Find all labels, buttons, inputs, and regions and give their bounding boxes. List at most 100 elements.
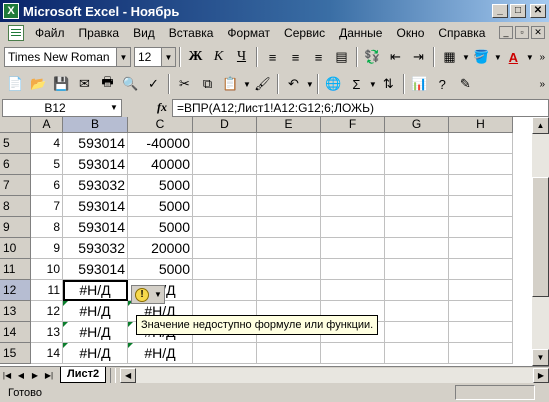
cell-c[interactable]: -40000 [128, 133, 193, 154]
hyperlink-icon[interactable]: 🌐 [322, 73, 345, 95]
row-header[interactable]: 13 [0, 301, 31, 322]
cell-g[interactable] [385, 259, 449, 280]
column-header-b[interactable]: B [63, 117, 128, 133]
align-right-icon[interactable]: ≡ [307, 46, 330, 68]
select-all-corner[interactable] [0, 117, 31, 133]
cell-e[interactable] [257, 217, 321, 238]
cell-e[interactable] [257, 343, 321, 364]
cell-d[interactable] [193, 196, 257, 217]
help-icon[interactable]: ? [431, 73, 454, 95]
cell-a[interactable]: 13 [31, 322, 63, 343]
insert-function-icon[interactable]: fx [152, 100, 172, 115]
font-color-icon[interactable]: A [502, 46, 525, 68]
menu-insert[interactable]: Вставка [162, 26, 221, 40]
spelling-icon[interactable]: ✓ [142, 73, 165, 95]
cell-h[interactable] [449, 343, 513, 364]
name-box[interactable]: B12 ▼ [2, 98, 122, 117]
cell-c[interactable]: #Н/Д [128, 343, 193, 364]
doc-close-button[interactable]: ✕ [531, 26, 545, 39]
workbook-icon[interactable] [8, 24, 24, 41]
cell-b[interactable]: #Н/Д [63, 343, 128, 364]
cell-b[interactable]: 593014 [63, 154, 128, 175]
row-header[interactable]: 11 [0, 259, 31, 280]
cell-d[interactable] [193, 343, 257, 364]
chevron-down-icon[interactable]: ▼ [154, 290, 162, 299]
cell-f[interactable] [321, 280, 385, 301]
align-left-icon[interactable]: ≡ [261, 46, 284, 68]
menu-tools[interactable]: Сервис [277, 26, 332, 40]
cell-e[interactable] [257, 133, 321, 154]
row-header[interactable]: 6 [0, 154, 31, 175]
cell-a[interactable]: 6 [31, 175, 63, 196]
scroll-left-icon[interactable]: ◀ [120, 367, 137, 383]
cell-h[interactable] [449, 259, 513, 280]
first-sheet-icon[interactable]: |◀ [0, 368, 14, 383]
cell-c[interactable]: 5000 [128, 217, 193, 238]
cell-a[interactable]: 12 [31, 301, 63, 322]
vertical-scroll-thumb[interactable] [532, 177, 549, 297]
copy-icon[interactable]: ⧉ [196, 73, 219, 95]
cell-f[interactable] [321, 259, 385, 280]
chevron-down-icon[interactable]: ▼ [462, 53, 470, 62]
chart-wizard-icon[interactable]: 📊 [408, 73, 431, 95]
cell-e[interactable] [257, 280, 321, 301]
underline-button[interactable]: Ч [230, 46, 253, 68]
menu-edit[interactable]: Правка [72, 26, 127, 40]
cell-c[interactable]: 5000 [128, 196, 193, 217]
cell-c[interactable]: 5000 [128, 259, 193, 280]
row-header[interactable]: 14 [0, 322, 31, 343]
print-preview-icon[interactable]: 🔍 [119, 73, 142, 95]
row-header[interactable]: 9 [0, 217, 31, 238]
toolbar-options-icon[interactable]: » [539, 79, 545, 90]
italic-button[interactable]: К [207, 46, 230, 68]
increase-indent-icon[interactable]: ⇥ [407, 46, 430, 68]
minimize-button[interactable]: _ [492, 4, 508, 18]
warning-icon[interactable]: ! [135, 287, 149, 302]
toolbar-options-icon[interactable]: » [539, 52, 545, 63]
cell-b[interactable]: #Н/Д [63, 301, 128, 322]
cell-d[interactable] [193, 175, 257, 196]
cell-e[interactable] [257, 175, 321, 196]
cell-f[interactable] [321, 217, 385, 238]
borders-icon[interactable]: ▦ [438, 46, 461, 68]
row-header[interactable]: 8 [0, 196, 31, 217]
doc-minimize-button[interactable]: _ [499, 26, 513, 39]
cell-h[interactable] [449, 175, 513, 196]
cell-b[interactable]: 593014 [63, 259, 128, 280]
scroll-right-icon[interactable]: ▶ [533, 367, 549, 383]
cell-b[interactable]: 593014 [63, 217, 128, 238]
cell-d[interactable] [193, 154, 257, 175]
chevron-down-icon[interactable]: ▼ [243, 80, 251, 89]
column-header-h[interactable]: H [449, 117, 513, 133]
merge-center-icon[interactable]: ▤ [330, 46, 353, 68]
cell-h[interactable] [449, 280, 513, 301]
formula-input[interactable]: =ВПР(A12;Лист1!A12:G12;6;ЛОЖЬ) [172, 98, 549, 117]
horizontal-scroll-track[interactable] [136, 368, 533, 383]
cell-b[interactable]: 593032 [63, 238, 128, 259]
currency-icon[interactable]: 💱 [361, 46, 384, 68]
cut-icon[interactable]: ✂ [173, 73, 196, 95]
cell-c[interactable]: 40000 [128, 154, 193, 175]
menu-file[interactable]: Файл [28, 26, 72, 40]
error-smart-tag[interactable]: ! ▼ [131, 285, 165, 304]
cell-d[interactable] [193, 280, 257, 301]
cell-g[interactable] [385, 217, 449, 238]
vertical-scrollbar[interactable]: ▲ ▼ [532, 117, 549, 366]
cell-b[interactable]: 593014 [63, 133, 128, 154]
chevron-down-icon[interactable]: ▼ [526, 53, 534, 62]
excel-app-icon[interactable]: X [3, 3, 19, 19]
sheet-tab-active[interactable]: Лист2 [60, 367, 107, 383]
print-icon[interactable]: 🖶 [96, 73, 119, 95]
cell-a[interactable]: 14 [31, 343, 63, 364]
maximize-button[interactable]: □ [510, 4, 526, 18]
cell-a[interactable]: 7 [31, 196, 63, 217]
cell-f[interactable] [321, 343, 385, 364]
column-header-e[interactable]: E [257, 117, 321, 133]
tab-split-handle[interactable] [110, 367, 117, 383]
cell-a[interactable]: 10 [31, 259, 63, 280]
cell-c[interactable]: 5000 [128, 175, 193, 196]
cell-e[interactable] [257, 259, 321, 280]
column-header-a[interactable]: A [31, 117, 63, 133]
cell-h[interactable] [449, 154, 513, 175]
autosum-icon[interactable]: Σ [345, 73, 368, 95]
